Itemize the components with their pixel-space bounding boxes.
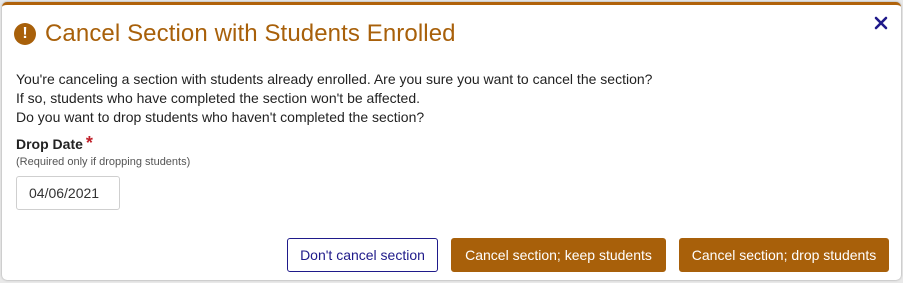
cancel-keep-students-button[interactable]: Cancel section; keep students bbox=[451, 238, 666, 272]
close-icon[interactable] bbox=[873, 15, 889, 31]
dialog-header: ! Cancel Section with Students Enrolled bbox=[14, 17, 456, 51]
drop-date-label-text: Drop Date bbox=[16, 136, 83, 152]
cancel-section-dialog: ! Cancel Section with Students Enrolled … bbox=[2, 2, 901, 280]
drop-date-input[interactable] bbox=[16, 176, 120, 210]
dialog-title: Cancel Section with Students Enrolled bbox=[45, 20, 456, 47]
message-line-2: If so, students who have completed the s… bbox=[16, 90, 420, 106]
required-marker: * bbox=[85, 133, 93, 153]
drop-date-hint: (Required only if dropping students) bbox=[16, 156, 191, 168]
dont-cancel-section-button[interactable]: Don't cancel section bbox=[287, 238, 438, 272]
cancel-drop-students-button[interactable]: Cancel section; drop students bbox=[679, 238, 889, 272]
drop-date-label: Drop Date * bbox=[16, 133, 93, 153]
message-line-1: You're canceling a section with students… bbox=[16, 71, 653, 87]
exclamation-circle-icon: ! bbox=[14, 23, 36, 45]
message-line-3: Do you want to drop students who haven't… bbox=[16, 109, 425, 125]
dialog-message: You're canceling a section with students… bbox=[16, 70, 652, 127]
